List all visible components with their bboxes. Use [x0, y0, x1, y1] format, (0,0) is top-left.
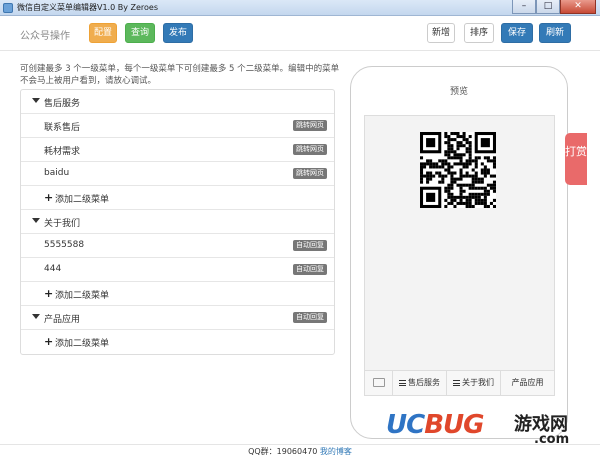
keyboard-icon[interactable]: [365, 371, 393, 395]
preview-menu-label: 产品应用: [511, 378, 544, 387]
add-submenu-label: 添加二级菜单: [55, 195, 110, 205]
preview-menu-item[interactable]: 关于我们: [447, 371, 501, 395]
watermark-logo: UCBUG 游戏网 .com: [386, 410, 569, 447]
publish-button[interactable]: 发布: [163, 23, 193, 43]
config-button[interactable]: 配置: [89, 23, 117, 43]
minimize-button[interactable]: –: [512, 0, 536, 14]
preview-menu-label: 售后服务: [408, 378, 440, 387]
preview-title: 预览: [449, 87, 468, 97]
add-submenu-label: 添加二级菜单: [55, 291, 110, 301]
toolbar-brand: 公众号操作: [20, 31, 70, 42]
sort-button[interactable]: 排序: [464, 23, 494, 43]
menu-group-products[interactable]: 产品应用 自动回复: [21, 306, 334, 330]
menu-item[interactable]: 444 自动回复: [21, 258, 334, 282]
watermark-bug: BUG: [424, 410, 484, 440]
preview-menu-item[interactable]: 售后服务: [393, 371, 447, 395]
preview-screen: 售后服务 关于我们 产品应用: [364, 115, 555, 396]
menu-group-label: 产品应用: [44, 315, 81, 325]
qr-code-icon: [420, 132, 496, 208]
footer-qq: QQ群：19060470: [248, 447, 318, 456]
caret-down-icon[interactable]: [32, 314, 40, 319]
menu-group-about[interactable]: 关于我们: [21, 210, 334, 234]
query-button[interactable]: 查询: [125, 23, 155, 43]
caret-down-icon[interactable]: [32, 98, 40, 103]
add-submenu-button[interactable]: + 添加二级菜单: [21, 330, 334, 354]
menu-icon: [399, 379, 406, 386]
menu-item-type-badge: 自动回复: [293, 264, 327, 275]
intro-text: 可创建最多 3 个一级菜单，每个一级菜单下可创建最多 5 个二级菜单。编辑中的菜…: [20, 64, 340, 86]
menu-item-label: 444: [44, 264, 62, 274]
watermark-domain: .com: [534, 432, 570, 447]
add-submenu-label: 添加二级菜单: [55, 339, 110, 349]
watermark-uc: UC: [386, 410, 425, 440]
menu-item-label: 耗材需求: [44, 147, 81, 157]
menu-item[interactable]: 5555588 自动回复: [21, 234, 334, 258]
preview-menubar: 售后服务 关于我们 产品应用: [365, 370, 554, 395]
menu-item[interactable]: 联系售后 跳转网页: [21, 114, 334, 138]
add-button[interactable]: 新增: [427, 23, 455, 43]
add-submenu-button[interactable]: + 添加二级菜单: [21, 282, 334, 306]
menu-item-type-badge: 跳转网页: [293, 144, 327, 155]
blog-link[interactable]: 我的博客: [320, 447, 352, 456]
phone-preview: 预览 售后服务 关于我们 产品应用: [350, 66, 568, 439]
menu-item-label: 5555588: [44, 240, 85, 250]
window-titlebar: 微信自定义菜单编辑器V1.0 By Zeroes – □ ✕: [0, 0, 600, 16]
menu-item[interactable]: 耗材需求 跳转网页: [21, 138, 334, 162]
menu-item-type-badge: 跳转网页: [293, 120, 327, 131]
menu-group-label: 关于我们: [44, 219, 81, 229]
add-submenu-button[interactable]: + 添加二级菜单: [21, 186, 334, 210]
plus-icon: +: [44, 191, 54, 204]
close-button[interactable]: ✕: [560, 0, 596, 14]
plus-icon: +: [44, 335, 54, 348]
menu-group-aftersales[interactable]: 售后服务: [21, 90, 334, 114]
refresh-button[interactable]: 刷新: [539, 23, 571, 43]
menu-item-type-badge: 自动回复: [293, 312, 327, 323]
preview-menu-label: 关于我们: [462, 378, 494, 387]
menu-item-label: baidu: [44, 168, 70, 178]
menu-item-type-badge: 跳转网页: [293, 168, 327, 179]
menu-group-label: 售后服务: [44, 99, 81, 109]
menu-item[interactable]: baidu 跳转网页: [21, 162, 334, 186]
menu-item-type-badge: 自动回复: [293, 240, 327, 251]
plus-icon: +: [44, 287, 54, 300]
maximize-button[interactable]: □: [536, 0, 560, 14]
menu-item-label: 联系售后: [44, 123, 81, 133]
toolbar: 公众号操作 配置 查询 发布 新增 排序 保存 刷新: [0, 17, 600, 51]
save-button[interactable]: 保存: [501, 23, 533, 43]
window-title: 微信自定义菜单编辑器V1.0 By Zeroes: [17, 3, 159, 12]
window-controls: – □ ✕: [512, 0, 596, 14]
app-icon: [3, 3, 13, 13]
caret-down-icon[interactable]: [32, 218, 40, 223]
footer: QQ群：19060470 我的博客: [0, 444, 600, 460]
menu-list: 售后服务 联系售后 跳转网页 耗材需求 跳转网页 baidu 跳转网页 + 添加…: [20, 89, 335, 355]
reward-tab[interactable]: 打赏: [565, 133, 587, 185]
menu-icon: [453, 379, 460, 386]
preview-menu-item[interactable]: 产品应用: [501, 371, 554, 395]
